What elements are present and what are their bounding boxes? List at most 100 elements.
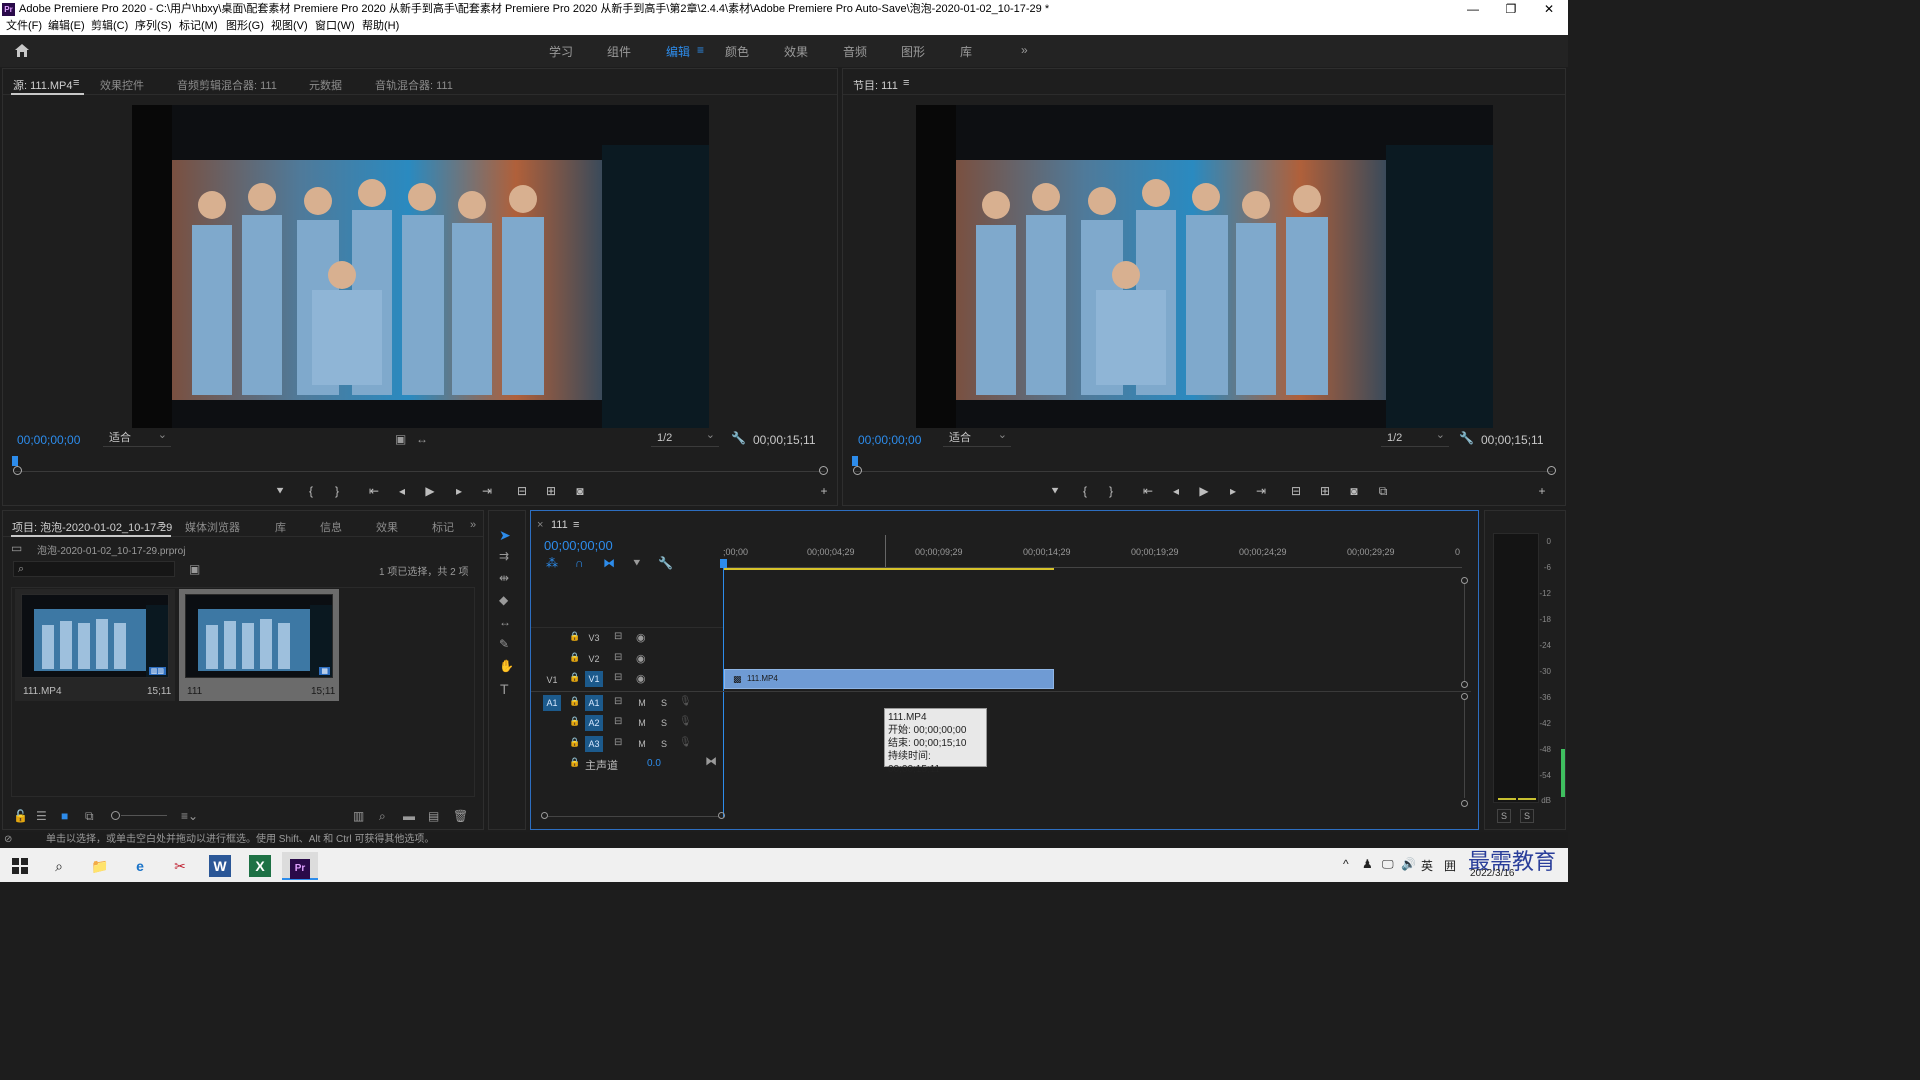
workspace-more-icon[interactable]: » — [1021, 43, 1028, 57]
tab-source[interactable]: 源: 111.MP4 — [13, 77, 73, 93]
v1-sync-icon[interactable]: ⊟ — [614, 672, 622, 683]
work-area-bar[interactable] — [724, 568, 1054, 570]
program-timecode[interactable]: 00;00;00;00 — [858, 433, 921, 447]
find-icon[interactable]: ⌕ — [379, 809, 386, 824]
source-video-frame[interactable] — [132, 105, 709, 428]
snipping-tool-icon[interactable]: ✂ — [162, 852, 198, 880]
step-back-icon[interactable]: ◂ — [393, 483, 411, 499]
menu-edit[interactable]: 编辑(E) — [48, 19, 85, 34]
insert-icon[interactable]: ⊟ — [513, 483, 531, 499]
v2-eye-icon[interactable]: ◉ — [636, 652, 646, 665]
menu-graphics[interactable]: 图形(G) — [226, 19, 264, 34]
a1-target-toggle[interactable]: A1 — [585, 695, 603, 711]
project-more-tabs-icon[interactable]: » — [470, 519, 476, 531]
step-forward-icon[interactable]: ▸ — [450, 483, 468, 499]
source-zoom-handle-right[interactable] — [819, 466, 828, 475]
tray-input-method[interactable]: 英 — [1421, 857, 1433, 874]
a3-voiceover-icon[interactable]: 🎙 — [679, 737, 692, 748]
excel-icon[interactable]: X — [249, 855, 271, 877]
program-play-icon[interactable]: ▶ — [1195, 483, 1213, 499]
timeline-timecode[interactable]: 00;00;00;00 — [544, 538, 613, 553]
program-go-to-out-icon[interactable]: ⇥ — [1252, 483, 1270, 499]
a3-sync-icon[interactable]: ⊟ — [614, 737, 622, 748]
v1-source-patch[interactable]: V1 — [543, 672, 561, 688]
program-fit-dropdown[interactable]: 适合 — [943, 428, 1011, 447]
source-fit-dropdown[interactable]: 适合 — [103, 428, 171, 447]
program-go-to-in-icon[interactable]: ⇤ — [1139, 483, 1157, 499]
tab-program[interactable]: 节目: 111 — [853, 77, 898, 93]
v1-clip[interactable]: ▩ 111.MP4 — [724, 669, 1054, 689]
razor-tool-icon[interactable]: ◆ — [499, 593, 508, 607]
hscroll-right-handle[interactable] — [718, 812, 725, 819]
program-zoom-handle-right[interactable] — [1547, 466, 1556, 475]
v1-target-toggle[interactable]: V1 — [585, 671, 603, 687]
program-mark-in-icon[interactable]: { — [1076, 483, 1094, 499]
tab-metadata[interactable]: 元数据 — [309, 77, 342, 93]
v1-lock-icon[interactable]: 🔒 — [569, 672, 580, 683]
program-scrub-bar[interactable] — [855, 471, 1553, 472]
button-editor-icon[interactable]: + — [815, 483, 833, 499]
a2-solo-button[interactable]: S — [655, 715, 673, 731]
program-playhead[interactable] — [852, 456, 858, 466]
a2-sync-icon[interactable]: ⊟ — [614, 716, 622, 727]
program-add-marker-icon[interactable]: ⯆ — [1046, 483, 1064, 499]
project-search-input[interactable]: ⌕ — [13, 561, 175, 577]
edge-browser-icon[interactable]: e — [122, 852, 158, 880]
a2-target-toggle[interactable]: A2 — [585, 715, 603, 731]
workspace-editing[interactable]: 编辑 — [666, 43, 690, 60]
workspace-learn[interactable]: 学习 — [549, 43, 573, 60]
a1-lock-icon[interactable]: 🔒 — [569, 696, 580, 707]
project-tab-menu-icon[interactable]: ≡ — [158, 519, 164, 531]
workspace-assembly[interactable]: 组件 — [607, 43, 631, 60]
v3-sync-icon[interactable]: ⊟ — [614, 631, 622, 642]
comparison-view-icon[interactable]: ⧉ — [1374, 483, 1392, 499]
mark-in-icon[interactable]: { — [302, 483, 320, 499]
windows-start-icon[interactable] — [2, 852, 38, 880]
source-timecode[interactable]: 00;00;00;00 — [17, 433, 80, 447]
tab-media-browser[interactable]: 媒体浏览器 — [185, 519, 240, 535]
pen-tool-icon[interactable]: ✎ — [499, 637, 509, 651]
source-resolution-dropdown[interactable]: 1/2 — [651, 428, 719, 447]
tray-user-icon[interactable]: ♟ — [1362, 857, 1373, 871]
tab-sequence[interactable]: 111 — [551, 519, 568, 531]
word-icon[interactable]: W — [209, 855, 231, 877]
go-to-in-icon[interactable]: ⇤ — [365, 483, 383, 499]
automate-to-sequence-icon[interactable]: ▥ — [353, 809, 364, 823]
list-view-icon[interactable]: ☰ — [36, 809, 47, 823]
linked-selection-icon[interactable]: ⧓ — [603, 556, 615, 570]
drag-video-icon[interactable]: ▣ — [395, 432, 406, 446]
tray-overflow-icon[interactable]: ^ — [1343, 857, 1349, 871]
premiere-taskbar-button[interactable]: Pr — [282, 852, 318, 880]
go-to-out-icon[interactable]: ⇥ — [478, 483, 496, 499]
freeform-view-icon[interactable]: ⧉ — [85, 809, 94, 824]
v2-sync-icon[interactable]: ⊟ — [614, 652, 622, 663]
taskbar-search-icon[interactable]: ⌕ — [41, 852, 77, 880]
a3-target-toggle[interactable]: A3 — [585, 736, 603, 752]
track-select-tool-icon[interactable]: ⇉ — [499, 549, 509, 563]
audio-vscroll-track[interactable] — [1464, 700, 1465, 798]
snap-icon[interactable]: ∩ — [575, 556, 584, 570]
restore-button[interactable]: ❐ — [1492, 0, 1530, 19]
master-volume-value[interactable]: 0.0 — [647, 758, 661, 769]
zoom-slider-track[interactable] — [121, 815, 167, 816]
lock-icon[interactable]: 🔓 — [13, 809, 28, 823]
vscroll-top-handle[interactable] — [1461, 577, 1468, 584]
menu-file[interactable]: 文件(F) — [6, 19, 42, 34]
program-zoom-handle-left[interactable] — [853, 466, 862, 475]
file-explorer-icon[interactable]: 📁 — [82, 852, 118, 880]
hand-tool-icon[interactable]: ✋ — [499, 659, 514, 673]
v2-lock-icon[interactable]: 🔒 — [569, 652, 580, 663]
drag-audio-icon[interactable]: ↔ — [416, 432, 428, 446]
a3-lock-icon[interactable]: 🔒 — [569, 737, 580, 748]
tab-markers[interactable]: 标记 — [432, 519, 454, 535]
tab-effect-controls[interactable]: 效果控件 — [100, 77, 144, 93]
v3-eye-icon[interactable]: ◉ — [636, 631, 646, 644]
tab-libraries[interactable]: 库 — [275, 519, 286, 535]
program-button-editor-icon[interactable]: + — [1533, 483, 1551, 499]
source-playhead[interactable] — [12, 456, 18, 466]
tab-project[interactable]: 项目: 泡泡-2020-01-02_10-17-29 — [12, 519, 172, 535]
mark-out-icon[interactable]: } — [328, 483, 346, 499]
hscroll-left-handle[interactable] — [541, 812, 548, 819]
program-mark-out-icon[interactable]: } — [1102, 483, 1120, 499]
sequence-tab-menu-icon[interactable]: ≡ — [573, 519, 579, 531]
